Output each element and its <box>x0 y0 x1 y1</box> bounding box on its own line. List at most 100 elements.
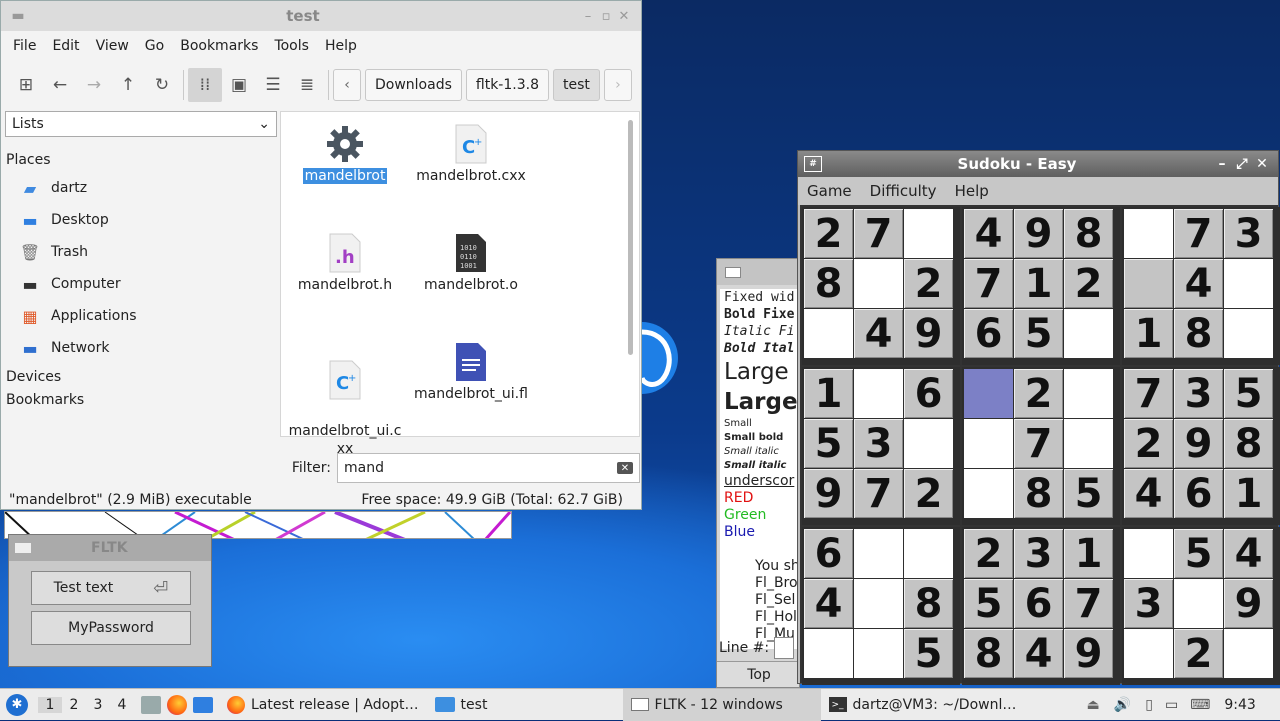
back-arrow-icon[interactable]: ← <box>43 68 77 102</box>
close-icon[interactable]: ✕ <box>1252 156 1272 172</box>
places-header[interactable]: Places <box>5 149 277 172</box>
breadcrumb-downloads[interactable]: Downloads <box>365 69 462 101</box>
sudoku-cell[interactable]: 5 <box>1174 529 1223 578</box>
sudoku-cell[interactable]: 4 <box>1014 629 1063 678</box>
breadcrumb-left-arrow[interactable]: ‹ <box>333 69 361 101</box>
filter-input[interactable]: mand ✕ <box>337 453 640 483</box>
sudoku-cell[interactable]: 7 <box>1064 579 1113 628</box>
vertical-scrollbar[interactable] <box>628 120 633 355</box>
sudoku-cell[interactable]: 3 <box>1224 209 1273 258</box>
menu-edit[interactable]: Edit <box>44 38 87 54</box>
breadcrumb-right-arrow[interactable]: › <box>603 69 632 101</box>
sudoku-cell[interactable]: 9 <box>1224 579 1273 628</box>
sudoku-cell[interactable] <box>904 209 953 258</box>
sudoku-cell[interactable]: 3 <box>1014 529 1063 578</box>
sudoku-cell[interactable] <box>1064 369 1113 418</box>
sudoku-cell[interactable] <box>804 629 853 678</box>
workspace-1[interactable]: 1 <box>38 696 62 713</box>
sudoku-cell[interactable]: 2 <box>904 469 953 518</box>
task-fltk[interactable]: FLTK - 12 windows <box>622 688 821 721</box>
sudoku-cell[interactable] <box>854 629 903 678</box>
workspace-4[interactable]: 4 <box>110 697 134 713</box>
sudoku-cell[interactable]: 5 <box>904 629 953 678</box>
sudoku-cell[interactable] <box>1124 529 1173 578</box>
sudoku-cell[interactable]: 2 <box>904 259 953 308</box>
sudoku-cell[interactable]: 8 <box>904 579 953 628</box>
sudoku-cell[interactable]: 9 <box>1174 419 1223 468</box>
place-dartz[interactable]: ▰ dartz <box>5 172 277 204</box>
sudoku-cell[interactable] <box>1064 309 1113 358</box>
sudoku-cell[interactable]: 5 <box>964 579 1013 628</box>
menu-go[interactable]: Go <box>137 38 172 54</box>
quicklaunch-desktop[interactable] <box>190 689 219 721</box>
file-item[interactable]: mandelbrot_ui.fl <box>411 338 531 402</box>
sudoku-cell[interactable]: 9 <box>1014 209 1063 258</box>
breadcrumb-test[interactable]: test <box>552 69 600 101</box>
task-file-manager[interactable]: test <box>427 689 623 721</box>
sudoku-cell[interactable]: 4 <box>1124 469 1173 518</box>
tray-eject[interactable]: ⏏ <box>1081 689 1106 721</box>
sudoku-cell[interactable]: 1 <box>1124 309 1173 358</box>
sudoku-cell[interactable]: 5 <box>1064 469 1113 518</box>
sudoku-cell[interactable]: 2 <box>1124 419 1173 468</box>
menu-game[interactable]: Game <box>798 182 861 200</box>
sudoku-cell[interactable]: 7 <box>964 259 1013 308</box>
minimize-icon[interactable]: – <box>1212 156 1232 172</box>
top-button[interactable]: Top <box>717 661 799 687</box>
text-window-titlebar[interactable] <box>717 259 799 285</box>
file-item[interactable]: 1010 0110 1001 mandelbrot.o <box>411 229 531 293</box>
sudoku-cell[interactable]: 8 <box>804 259 853 308</box>
sudoku-cell[interactable]: 9 <box>804 469 853 518</box>
sudoku-cell[interactable]: 5 <box>1224 369 1273 418</box>
sudoku-cell[interactable]: 9 <box>904 309 953 358</box>
quicklaunch-file-manager[interactable] <box>138 689 164 721</box>
sudoku-cell[interactable]: 4 <box>964 209 1013 258</box>
sudoku-cell[interactable] <box>964 369 1013 418</box>
sudoku-cell[interactable]: 2 <box>1014 369 1063 418</box>
menu-file[interactable]: File <box>5 38 44 54</box>
quicklaunch-firefox[interactable] <box>164 689 190 721</box>
compact-view-icon[interactable]: ☰ <box>256 68 290 102</box>
sudoku-cell[interactable]: 1 <box>1224 469 1273 518</box>
mypassword-button[interactable]: MyPassword <box>31 611 191 645</box>
sudoku-cell[interactable]: 5 <box>1014 309 1063 358</box>
sudoku-cell[interactable]: 7 <box>1174 209 1223 258</box>
menu-help[interactable]: Help <box>317 38 365 54</box>
file-item[interactable]: C + mandelbrot.cxx <box>411 120 531 184</box>
sudoku-cell[interactable]: 8 <box>964 629 1013 678</box>
sudoku-cell[interactable] <box>964 419 1013 468</box>
bookmarks-header[interactable]: Bookmarks <box>5 389 277 412</box>
text-browser-pane[interactable]: Fixed wid Bold Fixe Italic Fi Bold Ital … <box>720 289 799 649</box>
sudoku-cell[interactable] <box>1224 629 1273 678</box>
thumbnail-view-icon[interactable]: ▣ <box>222 68 256 102</box>
tray-keyboard[interactable]: ⌨ <box>1184 689 1216 721</box>
sudoku-cell[interactable] <box>904 529 953 578</box>
place-computer[interactable]: ▬ Computer <box>5 268 277 300</box>
place-network[interactable]: ▬ Network <box>5 332 277 364</box>
workspace-3[interactable]: 3 <box>86 697 110 713</box>
sudoku-cell[interactable]: 6 <box>964 309 1013 358</box>
file-item[interactable]: mandelbrot <box>285 120 405 184</box>
close-icon[interactable]: ✕ <box>615 9 633 24</box>
sudoku-cell[interactable] <box>1124 629 1173 678</box>
file-item[interactable]: .h mandelbrot.h <box>285 229 405 293</box>
forward-arrow-icon[interactable]: → <box>77 68 111 102</box>
sudoku-cell[interactable]: 6 <box>804 529 853 578</box>
sudoku-cell[interactable]: 3 <box>1174 369 1223 418</box>
place-applications[interactable]: ▦ Applications <box>5 300 277 332</box>
start-menu-button[interactable]: ✱ <box>0 689 34 721</box>
sudoku-cell[interactable]: 8 <box>1014 469 1063 518</box>
sudoku-cell[interactable]: 2 <box>1064 259 1113 308</box>
sudoku-cell[interactable]: 8 <box>1064 209 1113 258</box>
sudoku-cell[interactable] <box>1124 259 1173 308</box>
sudoku-cell[interactable]: 7 <box>1014 419 1063 468</box>
tray-volume[interactable]: 🔊 <box>1106 689 1139 721</box>
sudoku-cell[interactable] <box>854 259 903 308</box>
detailed-list-icon[interactable]: ≣ <box>290 68 324 102</box>
icon-view-icon[interactable]: ⁞⁞ <box>188 68 222 102</box>
file-item[interactable]: C + mandelbrot_ui.c xx <box>285 338 405 458</box>
sudoku-cell[interactable]: 8 <box>1174 309 1223 358</box>
minimize-icon[interactable]: – <box>579 9 597 24</box>
sudoku-cell[interactable]: 7 <box>854 469 903 518</box>
sudoku-cell[interactable]: 1 <box>804 369 853 418</box>
